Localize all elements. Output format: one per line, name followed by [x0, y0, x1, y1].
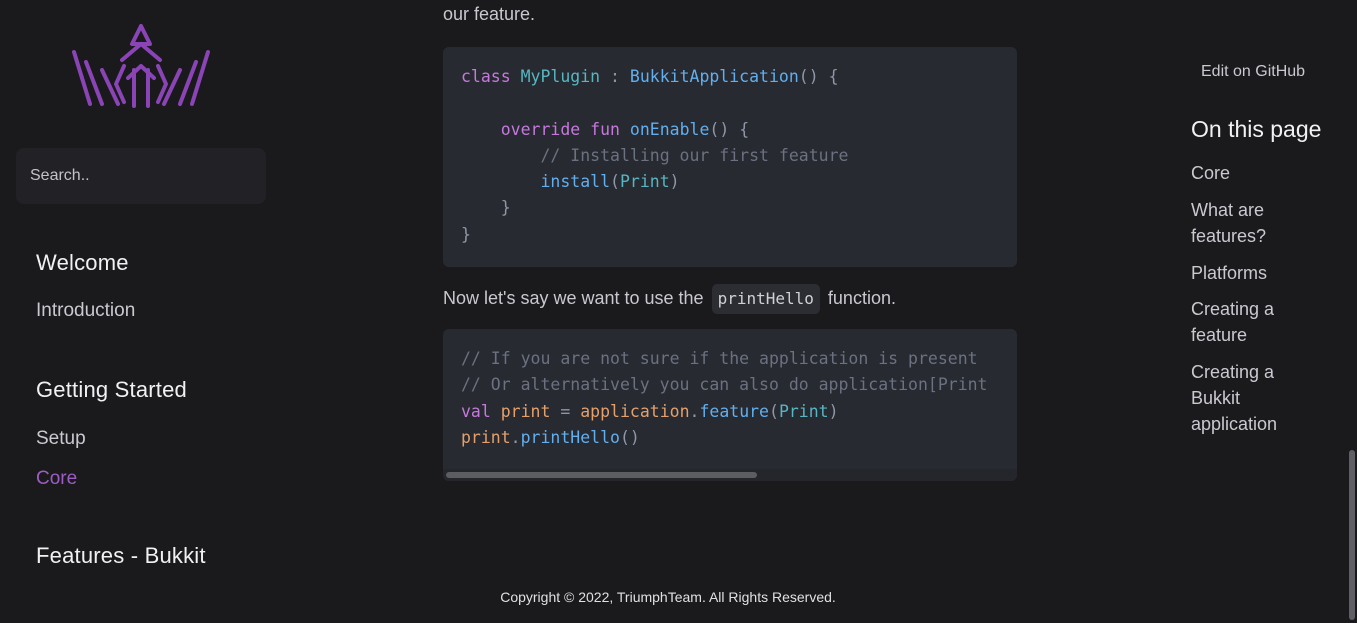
- page-scrollbar[interactable]: [1347, 0, 1357, 623]
- code-block-usage[interactable]: // If you are not sure if the applicatio…: [443, 329, 1017, 481]
- section-title-welcome: Welcome: [36, 250, 129, 275]
- code-block-plugin: class MyPlugin : BukkitApplication() { o…: [443, 47, 1017, 267]
- section-title-getting-started: Getting Started: [36, 377, 187, 402]
- usage-text-before: Now let's say we want to use the: [443, 287, 704, 308]
- sidebar-item-setup[interactable]: Setup: [36, 428, 86, 450]
- intro-text: our feature.: [443, 4, 536, 24]
- triumph-logo-icon[interactable]: [68, 22, 214, 110]
- code-horizontal-scrollbar[interactable]: [443, 469, 1017, 481]
- toc-title: On this page: [1191, 116, 1322, 142]
- code-scrollbar-thumb[interactable]: [446, 472, 757, 478]
- section-title-features-bukkit: Features - Bukkit: [36, 543, 206, 568]
- usage-paragraph: Now let's say we want to use the printHe…: [443, 284, 896, 314]
- code-block-1-text: class MyPlugin : BukkitApplication() { o…: [461, 67, 849, 244]
- sidebar-item-introduction[interactable]: Introduction: [36, 300, 135, 322]
- toc-link-creating-a-bukkit-application[interactable]: Creating a Bukkit application: [1191, 359, 1321, 437]
- toc-link-creating-a-feature[interactable]: Creating a feature: [1191, 296, 1321, 348]
- sidebar-item-core[interactable]: Core: [36, 468, 77, 490]
- footer-copyright: Copyright © 2022, TriumphTeam. All Right…: [500, 589, 836, 605]
- edit-on-github-link[interactable]: Edit on GitHub: [1201, 63, 1305, 81]
- usage-text-after: function.: [827, 287, 896, 308]
- code-block-2-text: // If you are not sure if the applicatio…: [461, 349, 988, 447]
- search-input[interactable]: [16, 148, 266, 204]
- sidebar: Welcome Introduction Getting Started Set…: [0, 0, 290, 623]
- toc-link-core[interactable]: Core: [1191, 160, 1321, 186]
- page-scrollbar-thumb[interactable]: [1349, 450, 1355, 620]
- toc-link-what-are-features[interactable]: What are features?: [1191, 197, 1321, 249]
- toc-link-platforms[interactable]: Platforms: [1191, 260, 1321, 286]
- inline-code-printhello: printHello: [711, 284, 820, 314]
